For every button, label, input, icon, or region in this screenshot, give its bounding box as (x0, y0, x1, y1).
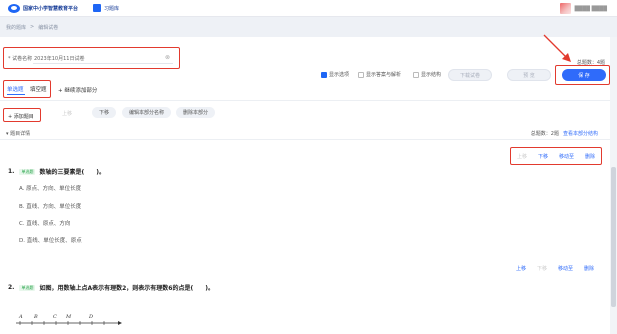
point-label-d: D (88, 314, 93, 320)
checkbox-icon (358, 71, 364, 78)
move-up-question-button[interactable]: 上移 (517, 153, 527, 160)
platform-name: 国家中小学智慧教育平台 (23, 5, 79, 12)
app-tab-label: 习题库 (104, 5, 120, 12)
scrollbar[interactable] (610, 37, 617, 334)
question-text: 数轴的三要素是( )。 (39, 169, 105, 176)
point-label-a: A (18, 314, 23, 320)
tab-single-choice[interactable]: 单选题 (7, 85, 24, 93)
move-up-question-button[interactable]: 上移 (516, 265, 526, 272)
avatar (559, 3, 571, 14)
question-list-header: ▾ 题目详情 总题数：2题 查看本部分结构 (0, 126, 610, 140)
breadcrumb: 我的题库 > 编辑试卷 (6, 24, 58, 31)
options-row: 显示选项 显示答案与解析 显示结构 下载试卷 预 览 保 存 (0, 69, 610, 81)
question-details-toggle[interactable]: ▾ 题目详情 (6, 130, 30, 137)
part-summary: 总题数：2题 查看本部分结构 (531, 130, 598, 137)
move-up-part-button[interactable]: 上移 (62, 110, 72, 117)
question-1-actions: 上移 下移 移动至 删除 (510, 147, 602, 165)
clear-icon[interactable]: ⊗ (165, 54, 170, 61)
question-2-title: 2. 单选题 如图，用数轴上点A表示有理数2，则表示有理数6的点是( )。 (8, 283, 214, 292)
delete-question-button[interactable]: 删除 (585, 153, 595, 160)
show-options-label: 显示选项 (329, 72, 350, 78)
tab-fill-blank[interactable]: 填空题 (30, 85, 47, 93)
part-count-label: 总题数： (530, 131, 551, 137)
scrollbar-thumb[interactable] (611, 167, 616, 307)
breadcrumb-current: 编辑试卷 (38, 25, 59, 31)
save-button-highlight (555, 65, 610, 85)
platform-logo[interactable]: 国家中小学智慧教育平台 (8, 3, 79, 13)
part-count-value: 2题 (550, 131, 559, 137)
preview-button[interactable]: 预 览 (507, 69, 551, 81)
platform-logo-icon (8, 3, 20, 13)
active-tab-underline (7, 94, 25, 95)
edit-part-name-button[interactable]: 编辑本部分名称 (122, 107, 172, 118)
breadcrumb-separator: > (30, 24, 35, 30)
download-button[interactable]: 下载试卷 (448, 69, 492, 81)
question-type-badge: 单选题 (19, 168, 36, 175)
checkbox-checked-icon (321, 71, 327, 78)
question-1-option-d: D. 直线、单位长度、原点 (19, 238, 82, 244)
number-line-figure: A B C M D (16, 314, 122, 325)
divider (0, 100, 610, 101)
move-to-question-button[interactable]: 移动至 (559, 153, 574, 160)
question-1-title: 1. 单选题 数轴的三要素是( )。 (8, 167, 105, 176)
question-type-tabs: 单选题 填空题 (3, 80, 51, 98)
point-label-b: B (33, 314, 38, 320)
question-1-option-a: A. 原点、方向、单位长度 (19, 186, 82, 192)
exam-name-input[interactable] (33, 53, 173, 64)
show-options-checkbox[interactable]: 显示选项 (321, 71, 349, 78)
question-1-option-b: B. 直线、方向、单位长度 (19, 204, 82, 210)
annotation-arrow (543, 34, 571, 62)
user-menu[interactable]: ████ ████ (559, 3, 607, 14)
delete-question-button[interactable]: 删除 (584, 265, 594, 272)
delete-part-button[interactable]: 删除本部分 (176, 107, 216, 118)
add-part-link[interactable]: + 继续添加部分 (58, 86, 97, 94)
move-to-question-button[interactable]: 移动至 (558, 265, 573, 272)
add-question-label: + 添加题目 (8, 114, 34, 120)
exam-editor-card: * 试卷名称 ⊗ 总题数：4题 显示选项 显示答案与解析 显示结构 下载试卷 预… (0, 37, 610, 334)
question-2-actions: 上移 下移 移动至 删除 (516, 265, 594, 272)
view-part-structure-link[interactable]: 查看本部分结构 (563, 131, 598, 137)
question-actions: 上移 下移 移动至 删除 (517, 153, 595, 160)
exam-name-label: * 试卷名称 (8, 56, 33, 62)
move-down-question-button[interactable]: 下移 (537, 265, 547, 272)
number-line-arrow (118, 321, 122, 325)
point-label-c: C (53, 314, 57, 320)
question-bank-icon (93, 4, 102, 12)
app-tab-question-bank[interactable]: 习题库 (93, 4, 119, 12)
question-number: 2. (8, 284, 15, 291)
show-answer-checkbox[interactable]: 显示答案与解析 (358, 71, 401, 78)
user-name: ████ ████ (574, 5, 607, 12)
point-label-m: M (65, 314, 72, 320)
question-number: 1. (8, 168, 15, 175)
question-type-badge: 单选题 (19, 284, 36, 291)
show-structure-label: 显示结构 (421, 72, 442, 78)
show-answer-label: 显示答案与解析 (366, 72, 402, 78)
top-bar: 国家中小学智慧教育平台 习题库 ████ ████ (0, 0, 617, 17)
breadcrumb-my-bank[interactable]: 我的题库 (6, 24, 26, 31)
show-structure-checkbox[interactable]: 显示结构 (413, 71, 441, 78)
move-down-question-button[interactable]: 下移 (538, 153, 548, 160)
question-text: 如图，用数轴上点A表示有理数2，则表示有理数6的点是( )。 (39, 285, 214, 292)
checkbox-icon (413, 71, 419, 78)
add-question-button[interactable]: + 添加题目 (3, 108, 41, 122)
move-down-part-button[interactable]: 下移 (92, 107, 117, 118)
part-action-row: + 添加题目 上移 下移 编辑本部分名称 删除本部分 (0, 106, 610, 124)
question-1-option-c: C. 直线、原点、方向 (19, 221, 71, 227)
exam-name-field: * 试卷名称 ⊗ (3, 47, 180, 69)
